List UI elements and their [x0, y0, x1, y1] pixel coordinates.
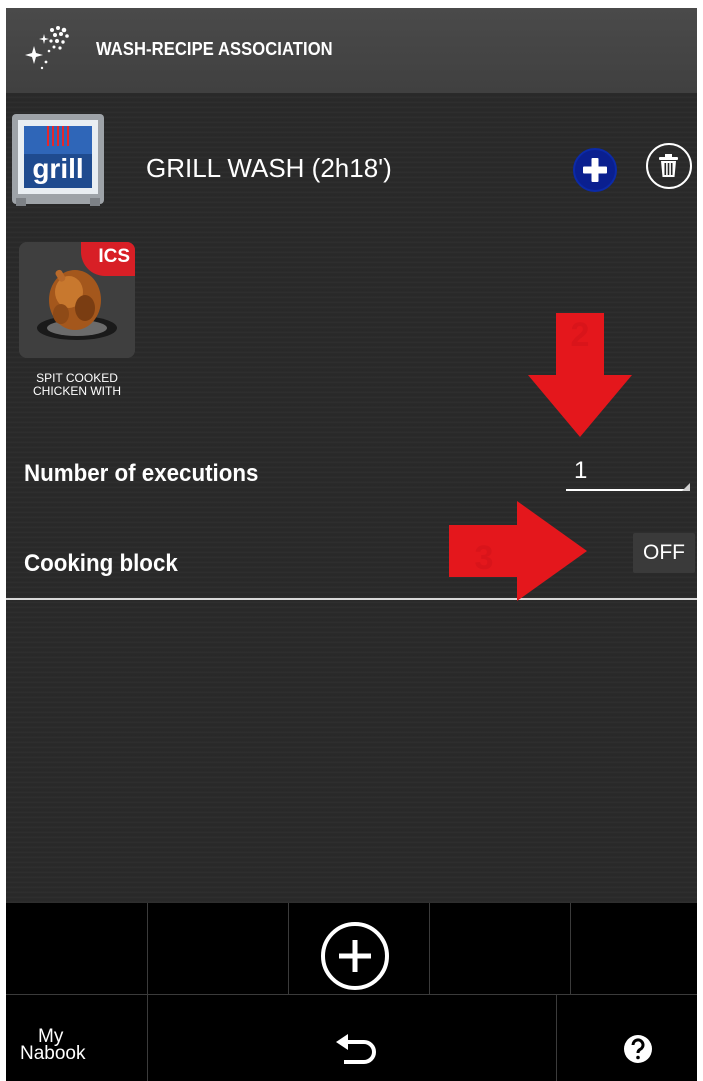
undo-arrow-icon[interactable] — [334, 1026, 380, 1066]
delete-wash-button[interactable] — [646, 143, 692, 189]
brand-line2: Nabook — [20, 1043, 86, 1064]
add-circle-button[interactable] — [320, 921, 390, 991]
grill-wash-thumbnail: grill — [12, 114, 104, 206]
plus-icon — [583, 158, 607, 182]
recipe-name: SPIT COOKED CHICKEN WITH — [19, 372, 135, 398]
brand-logo[interactable]: My Nabook — [20, 1027, 86, 1064]
cooking-block-toggle[interactable]: OFF — [633, 533, 695, 573]
help-icon[interactable] — [623, 1034, 653, 1064]
executions-input[interactable]: 1 — [566, 451, 690, 491]
sparkle-icon — [25, 26, 69, 70]
recipe-name-line2: CHICKEN WITH — [33, 384, 121, 398]
trash-icon — [659, 154, 678, 177]
executions-value: 1 — [574, 457, 588, 484]
grill-thumb-label: grill — [32, 153, 83, 184]
executions-label: Number of executions — [24, 460, 259, 487]
wash-title: GRILL WASH (2h18') — [146, 153, 392, 183]
page-title: WASH-RECIPE ASSOCIATION — [96, 39, 333, 59]
cooking-block-label: Cooking block — [24, 550, 178, 577]
content-area — [6, 93, 697, 903]
app-header: WASH-RECIPE ASSOCIATION — [6, 8, 697, 93]
app-screen: WASH-RECIPE ASSOCIATION grill GRILL WASH… — [6, 8, 697, 1081]
executions-underline — [566, 489, 686, 491]
divider — [6, 598, 697, 600]
annotation-marker-2: 2 — [570, 316, 590, 354]
recipe-thumbnail[interactable]: ICS — [19, 242, 135, 358]
input-corner-icon — [682, 483, 690, 491]
annotation-marker-3: 3 — [474, 539, 494, 577]
add-recipe-button[interactable] — [573, 148, 617, 192]
